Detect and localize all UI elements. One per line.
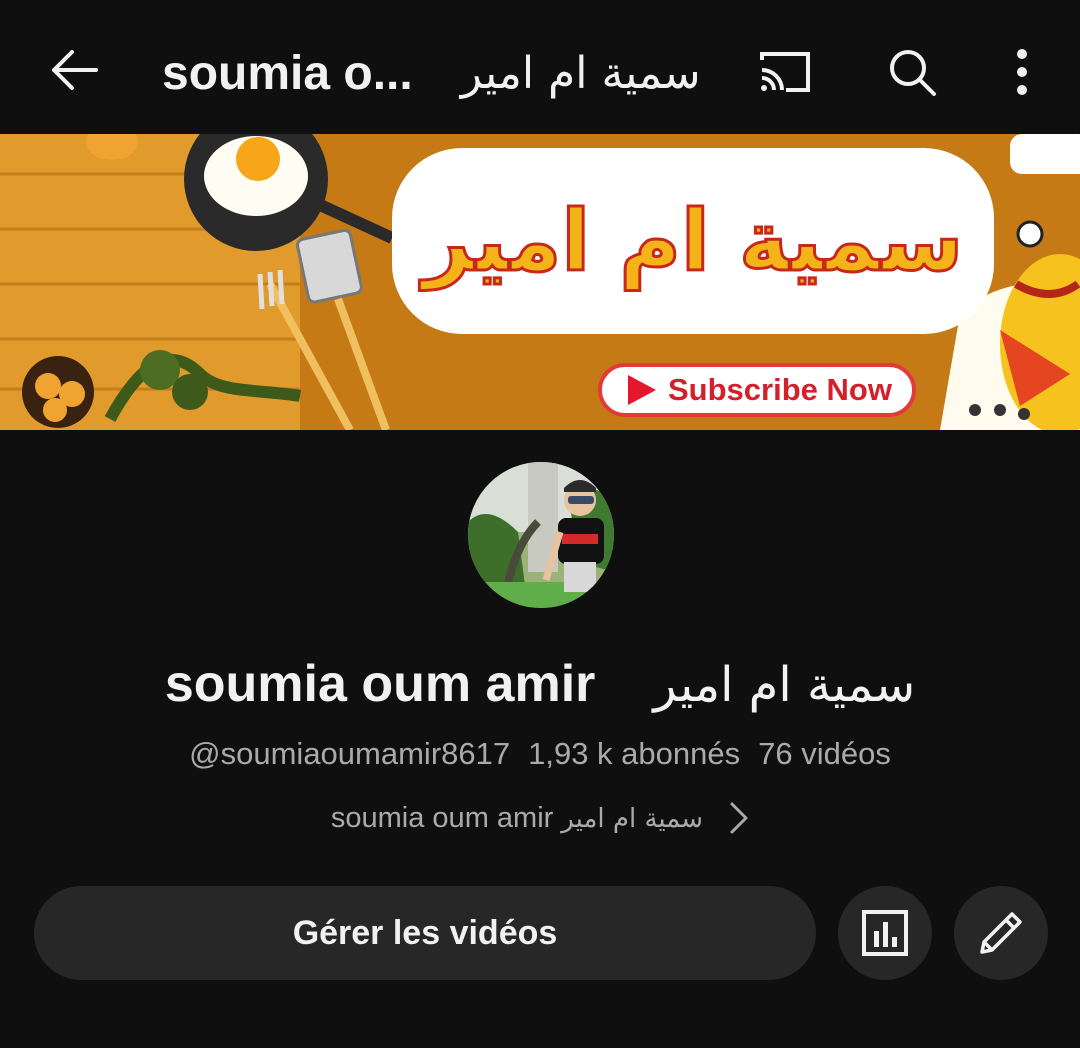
analytics-button[interactable] [838, 886, 932, 980]
search-icon [890, 50, 936, 96]
channel-description: soumia oum amir سمية ام امير [331, 802, 703, 835]
arrow-left-icon [52, 50, 98, 90]
video-count: 76 vidéos [758, 736, 891, 771]
title-latin: soumia o... [162, 46, 413, 100]
banner-subscribe-badge: Subscribe Now [598, 363, 916, 417]
banner-title-plate: سمية ام امير [392, 148, 994, 334]
more-options-button[interactable] [990, 40, 1054, 104]
avatar-photo [468, 462, 614, 608]
title-arabic: سمية ام امير [460, 47, 701, 99]
more-vertical-icon [1017, 49, 1027, 95]
page-title: soumia o... سمية ام امير [162, 40, 722, 106]
channel-description-link[interactable]: soumia oum amir سمية ام امير [0, 796, 1080, 840]
play-icon [628, 375, 656, 405]
channel-name: soumia oum amir سمية ام امير [0, 642, 1080, 726]
cast-button[interactable] [752, 40, 816, 104]
avatar[interactable] [468, 462, 614, 608]
banner-arabic-title: سمية ام امير [421, 191, 964, 292]
pencil-icon [980, 912, 1022, 954]
analytics-bar-chart-icon [862, 910, 908, 956]
description-latin: soumia oum amir [330, 801, 554, 834]
channel-name-latin: soumia oum amir [164, 655, 596, 713]
channel-meta: @soumiaoumamir8617 1,93 k abonnés 76 vidéo… [0, 732, 1080, 776]
subscriber-count: 1,93 k abonnés [528, 736, 741, 771]
banner-subscribe-label: Subscribe Now [668, 372, 892, 407]
channel-banner: سمية ام امير Subscribe Now [0, 134, 1080, 430]
manage-videos-button[interactable]: Gérer les vidéos [34, 886, 816, 980]
chevron-right-icon [730, 802, 748, 834]
channel-name-arabic: سمية ام امير [653, 657, 916, 713]
channel-handle: @soumiaoumamir8617 [189, 736, 511, 771]
search-button[interactable] [880, 40, 944, 104]
edit-channel-button[interactable] [954, 886, 1048, 980]
description-arabic: سمية ام امير [561, 803, 704, 834]
cast-icon [760, 52, 810, 92]
back-button[interactable] [46, 44, 102, 96]
top-app-bar: soumia o... سمية ام امير [0, 0, 1080, 134]
